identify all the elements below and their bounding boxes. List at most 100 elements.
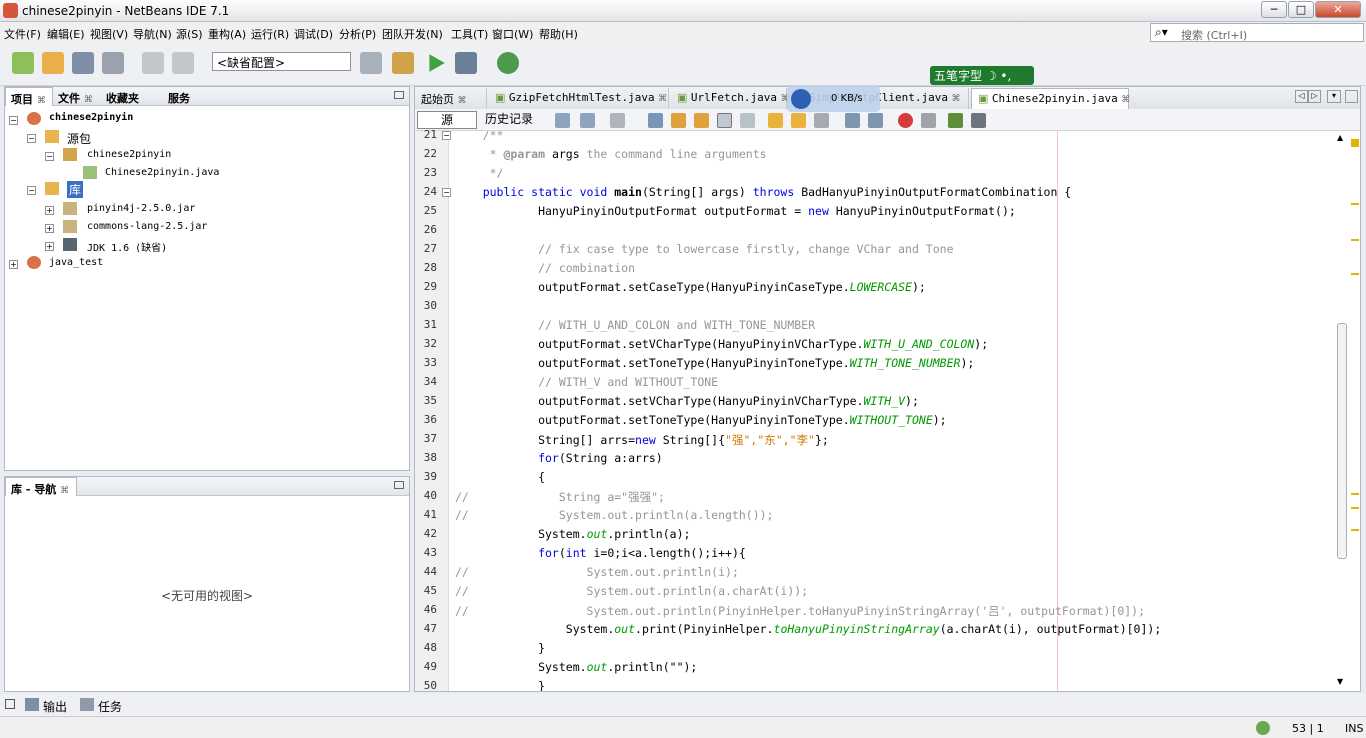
line-number[interactable]: 37	[415, 432, 437, 445]
code-area[interactable]: /** * @param args the command line argum…	[449, 131, 1335, 691]
scroll-up-icon[interactable]: ▲	[1337, 133, 1343, 142]
code-line[interactable]: // System.out.println(i);	[455, 565, 739, 579]
collapse-icon[interactable]: −	[9, 116, 18, 125]
code-line[interactable]: {	[455, 470, 545, 484]
tab-list-icon[interactable]: ▾	[1327, 90, 1341, 103]
line-number[interactable]: 28	[415, 261, 437, 274]
code-line[interactable]: String[] arrs=new String[]{"强","东","李"};	[455, 432, 829, 448]
line-number[interactable]: 49	[415, 660, 437, 673]
code-line[interactable]: * @param args the command line arguments	[455, 147, 767, 161]
code-line[interactable]: outputFormat.setToneType(HanyuPinyinTone…	[455, 413, 947, 427]
code-line[interactable]: }	[455, 679, 545, 691]
menu-item[interactable]: 工具(T)	[451, 26, 488, 42]
tree-item-libraries[interactable]: − 库	[27, 181, 227, 199]
vertical-scrollbar[interactable]: ▲ ▼	[1335, 131, 1349, 691]
line-number[interactable]: 46	[415, 603, 437, 616]
menu-item[interactable]: 重构(A)	[208, 26, 246, 42]
line-number[interactable]: 24	[415, 185, 437, 198]
code-line[interactable]: outputFormat.setVCharType(HanyuPinyinVCh…	[455, 337, 988, 351]
expand-icon[interactable]: +	[45, 224, 54, 233]
line-number[interactable]: 32	[415, 337, 437, 350]
code-line[interactable]: System.out.println(a);	[455, 527, 690, 541]
code-line[interactable]: System.out.print(PinyinHelper.toHanyuPin…	[455, 622, 1161, 636]
notification-icon[interactable]	[1256, 721, 1270, 735]
restore-window-icon[interactable]	[5, 699, 15, 709]
menu-item[interactable]: 分析(P)	[339, 26, 376, 42]
code-line[interactable]: System.out.println("");	[455, 660, 697, 674]
stripe-mark[interactable]	[1351, 273, 1359, 275]
menu-item[interactable]: 视图(V)	[90, 26, 128, 42]
output-tab[interactable]: 输出	[43, 698, 67, 715]
stripe-mark[interactable]	[1351, 203, 1359, 205]
menu-item[interactable]: 团队开发(N)	[382, 26, 443, 42]
save-all-icon[interactable]	[102, 52, 124, 74]
menu-item[interactable]: 窗口(W)	[492, 26, 533, 42]
code-line[interactable]: // combination	[455, 261, 635, 275]
collapse-icon[interactable]: −	[45, 152, 54, 161]
tab-scroll-left-icon[interactable]: ◁	[1295, 90, 1308, 103]
find-icon[interactable]	[648, 113, 663, 128]
stripe-mark[interactable]	[1351, 239, 1359, 241]
tree-item-project[interactable]: + java_test	[9, 255, 209, 273]
tasks-tab[interactable]: 任务	[98, 698, 122, 715]
search-input[interactable]: ⌕▾ 搜索 (Ctrl+I)	[1150, 23, 1364, 42]
line-number[interactable]: 36	[415, 413, 437, 426]
scroll-down-icon[interactable]: ▼	[1337, 677, 1343, 686]
code-line[interactable]: // System.out.println(a.charAt(i));	[455, 584, 808, 598]
code-line[interactable]: outputFormat.setCaseType(HanyuPinyinCase…	[455, 280, 926, 294]
line-number[interactable]: 33	[415, 356, 437, 369]
line-number[interactable]: 50	[415, 679, 437, 692]
maximize-button[interactable]: □	[1288, 1, 1314, 18]
code-line[interactable]: // WITH_V and WITHOUT_TONE	[455, 375, 718, 389]
collapse-icon[interactable]: −	[27, 186, 36, 195]
tab-url-fetch[interactable]: ▣ UrlFetch.java ⌘	[671, 88, 790, 109]
ime-indicator[interactable]: 五笔字型 ☽ •,	[930, 66, 1034, 85]
line-number[interactable]: 29	[415, 280, 437, 293]
previous-bookmark-icon[interactable]	[768, 113, 783, 128]
tab-favorites[interactable]: 收藏夹	[101, 87, 163, 106]
code-line[interactable]: outputFormat.setToneType(HanyuPinyinTone…	[455, 356, 974, 370]
build-icon[interactable]	[360, 52, 382, 74]
tab-start-page[interactable]: 起始页 ⌘	[415, 88, 487, 109]
code-line[interactable]: // String a="强强";	[455, 489, 665, 505]
config-select[interactable]: <缺省配置>	[212, 52, 351, 71]
line-number[interactable]: 23	[415, 166, 437, 179]
code-line[interactable]: public static void main(String[] args) t…	[455, 185, 1072, 199]
code-line[interactable]: HanyuPinyinOutputFormat outputFormat = n…	[455, 204, 1016, 218]
tree-item-jar[interactable]: + pinyin4j-2.5.0.jar	[45, 201, 245, 219]
back-icon[interactable]	[580, 113, 595, 128]
tab-chinese2pinyin[interactable]: ▣ Chinese2pinyin.java ⌘	[971, 88, 1130, 109]
line-number[interactable]: 22	[415, 147, 437, 160]
tree-item-project[interactable]: − chinese2pinyin	[9, 111, 209, 129]
line-number[interactable]: 44	[415, 565, 437, 578]
next-bookmark-icon[interactable]	[791, 113, 806, 128]
redo-icon[interactable]	[172, 52, 194, 74]
expand-icon[interactable]: +	[45, 242, 54, 251]
shift-left-icon[interactable]	[845, 113, 860, 128]
comment-icon[interactable]	[948, 113, 963, 128]
tab-projects[interactable]: 项目 ⌘	[5, 87, 53, 106]
toggle-highlight-icon[interactable]	[717, 113, 732, 128]
line-number[interactable]: 34	[415, 375, 437, 388]
code-line[interactable]: for(int i=0;i<a.length();i++){	[455, 546, 746, 560]
menu-item[interactable]: 文件(F)	[4, 26, 41, 42]
menu-item[interactable]: 帮助(H)	[539, 26, 578, 42]
line-number[interactable]: 40	[415, 489, 437, 502]
menu-item[interactable]: 导航(N)	[133, 26, 172, 42]
line-number[interactable]: 26	[415, 223, 437, 236]
expand-icon[interactable]: +	[9, 260, 18, 269]
code-line[interactable]: outputFormat.setVCharType(HanyuPinyinVCh…	[455, 394, 919, 408]
toggle-rect-select-icon[interactable]	[740, 113, 755, 128]
find-next-icon[interactable]	[694, 113, 709, 128]
minimize-button[interactable]: ─	[1261, 1, 1287, 18]
find-previous-icon[interactable]	[671, 113, 686, 128]
line-number[interactable]: 42	[415, 527, 437, 540]
new-project-icon[interactable]	[42, 52, 64, 74]
line-number[interactable]: 39	[415, 470, 437, 483]
stripe-mark[interactable]	[1351, 139, 1359, 147]
collapse-icon[interactable]: −	[27, 134, 36, 143]
history-button[interactable]: 历史记录	[485, 111, 533, 129]
tree-item-source-packages[interactable]: − 源包	[27, 129, 227, 147]
line-number[interactable]: 27	[415, 242, 437, 255]
code-line[interactable]: // System.out.println(PinyinHelper.toHan…	[455, 603, 1145, 619]
